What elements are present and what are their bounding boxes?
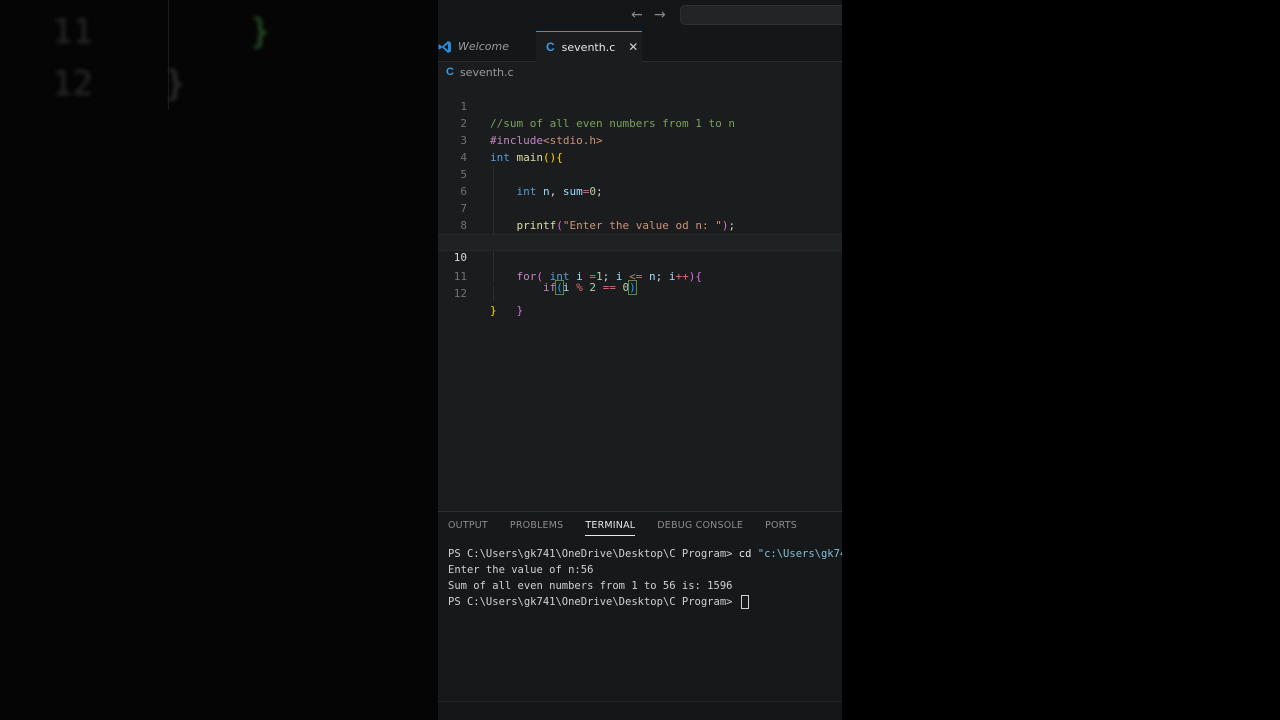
code-line[interactable]: 1 //sum of all even numbers from 1 to n <box>438 81 842 130</box>
forward-arrow-icon[interactable]: → <box>654 7 666 23</box>
title-bar: ← → <box>438 0 842 31</box>
command-center-search[interactable] <box>680 5 842 25</box>
vscode-window: ← → Welcome C seventh.c ✕ C seventh.c 1 … <box>438 0 842 720</box>
terminal-command: cd <box>738 548 758 560</box>
tab-label: seventh.c <box>561 40 616 54</box>
background-brace: } <box>165 64 186 104</box>
editor-tabs: Welcome C seventh.c ✕ <box>438 31 842 62</box>
breadcrumb-file: seventh.c <box>459 65 514 79</box>
tab-terminal[interactable]: TERMINAL <box>585 520 636 536</box>
background-line-number-12: 12 <box>52 64 93 104</box>
code-line[interactable]: 8 <box>438 200 842 251</box>
tab-debug-console[interactable]: DEBUG CONSOLE <box>657 520 743 536</box>
code-line[interactable]: 4 int n, sum=0; <box>438 132 842 198</box>
code-line-current[interactable]: 10 if(i % 2 == 0) <box>438 234 842 295</box>
background-right <box>842 0 1280 720</box>
code-line[interactable]: 11 } <box>438 251 842 317</box>
tab-ports[interactable]: PORTS <box>765 520 797 536</box>
tab-problems[interactable]: PROBLEMS <box>510 520 563 536</box>
code-line[interactable]: 9 for( int i =1; i <= n; i++){ <box>438 217 842 283</box>
bottom-panel: OUTPUT PROBLEMS TERMINAL DEBUG CONSOLE P… <box>438 511 842 701</box>
code-editor[interactable]: 1 //sum of all even numbers from 1 to n … <box>438 81 842 511</box>
background-brace: } <box>250 12 271 52</box>
terminal-line: Enter the value of n:56 <box>448 564 594 576</box>
breadcrumb[interactable]: C seventh.c <box>446 64 514 80</box>
panel-tabs: OUTPUT PROBLEMS TERMINAL DEBUG CONSOLE P… <box>448 520 819 536</box>
indent-guide <box>493 285 494 302</box>
terminal-line: PS C:\Users\gk741\OneDrive\Desktop\C Pro… <box>448 594 842 610</box>
terminal-prompt: PS C:\Users\gk741\OneDrive\Desktop\C Pro… <box>448 548 739 560</box>
vscode-icon <box>438 40 452 54</box>
terminal-line: PS C:\Users\gk741\OneDrive\Desktop\C Pro… <box>448 546 842 562</box>
c-file-icon: C <box>446 66 454 78</box>
terminal-cursor[interactable] <box>740 595 749 609</box>
code-line[interactable]: 6 printf("Enter the value od n: "); <box>438 166 842 232</box>
tab-label: Welcome <box>458 40 509 53</box>
line-number: 12 <box>453 287 467 300</box>
code-line[interactable]: 5 <box>438 149 842 200</box>
code-line[interactable]: 2 #include<stdio.h> <box>438 98 842 147</box>
terminal-prompt: PS C:\Users\gk741\OneDrive\Desktop\C Pro… <box>448 596 739 608</box>
code-line[interactable]: 12 } <box>438 268 842 317</box>
back-arrow-icon[interactable]: ← <box>631 7 643 23</box>
code-line[interactable]: 3 int main(){ <box>438 115 842 164</box>
terminal-line: Sum of all even numbers from 1 to 56 is:… <box>448 580 733 592</box>
terminal-argument: "c:\Users\gk741\OneDrive\Desktop\C Progr… <box>757 548 842 560</box>
background-zoomed-code: 11 12 } } <box>0 0 438 720</box>
status-bar <box>438 701 842 720</box>
terminal-output[interactable]: PS C:\Users\gk741\OneDrive\Desktop\C Pro… <box>448 546 842 610</box>
background-line-number-11: 11 <box>52 12 93 52</box>
close-icon[interactable]: ✕ <box>628 40 638 54</box>
c-file-icon: C <box>546 40 555 54</box>
tab-welcome[interactable]: Welcome <box>438 31 536 62</box>
tab-seventh-c[interactable]: C seventh.c ✕ <box>536 31 642 62</box>
tab-output[interactable]: OUTPUT <box>448 520 488 536</box>
code-line[interactable]: 7 scanf("%d", &n); <box>438 183 842 249</box>
code-text: } <box>490 304 497 317</box>
